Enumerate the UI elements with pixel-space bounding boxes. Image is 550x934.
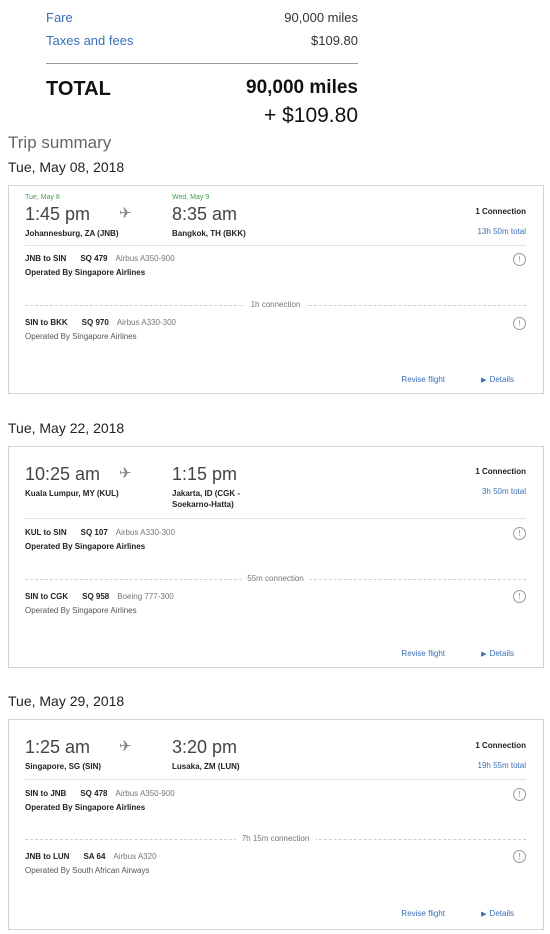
operator: Operated By South African Airways (25, 866, 150, 875)
trip-card: Tue, May 8 Wed, May 9 1:45 pm ✈ 8:35 am … (8, 185, 544, 394)
layover-divider: 55m connection (25, 574, 526, 583)
revise-flight-link[interactable]: Revise flight (401, 375, 445, 384)
segment-route: KUL to SIN (25, 528, 67, 537)
taxes-row: Taxes and fees $109.80 (46, 33, 358, 48)
depart-date: Tue, May 8 (25, 194, 60, 201)
depart-time: 10:25 am (25, 464, 101, 484)
layover-text: 7h 15m connection (235, 834, 316, 843)
arrive-date: Wed, May 9 (172, 194, 210, 201)
trip-date-heading: Tue, May 29, 2018 (8, 693, 125, 709)
total-fees: + $109.80 (263, 104, 358, 127)
total-label: TOTAL (46, 78, 111, 100)
flight-number: SQ 958 (82, 592, 110, 601)
aircraft: Boeing 777-300 (117, 592, 174, 601)
trip-card: 10:25 am ✈ 1:15 pm Kuala Lumpur, MY (KUL… (8, 446, 544, 668)
caret-right-icon: ▶ (481, 651, 487, 658)
info-circle-icon[interactable]: ! (513, 317, 526, 330)
details-link[interactable]: ▶ Details (481, 909, 514, 918)
segment-route: SIN to BKK (25, 318, 68, 327)
segment-row: JNB to SIN SQ 479 Airbus A350-900 (25, 254, 175, 263)
card-divider (25, 779, 526, 780)
depart-time: 1:25 am (25, 737, 91, 757)
fare-value: 90,000 miles (284, 10, 358, 25)
revise-flight-link[interactable]: Revise flight (401, 909, 445, 918)
segment-route: JNB to SIN (25, 254, 67, 263)
airplane-icon: ✈ (119, 205, 132, 222)
flight-number: SQ 479 (80, 254, 108, 263)
flight-number: SQ 970 (81, 318, 109, 327)
arrive-city-line: Jakarta, ID (CGK - (172, 489, 241, 498)
arrive-city: Lusaka, ZM (LUN) (172, 762, 240, 771)
trip-date-heading: Tue, May 22, 2018 (8, 420, 125, 436)
aircraft: Airbus A320 (113, 852, 157, 861)
flight-number: SQ 478 (80, 789, 108, 798)
segment-route: JNB to LUN (25, 852, 70, 861)
segment-row: SIN to BKK SQ 970 Airbus A330-300 (25, 318, 176, 327)
info-circle-icon[interactable]: ! (513, 590, 526, 603)
total-miles: 90,000 miles (246, 77, 358, 98)
arrive-time: 1:15 pm (172, 464, 238, 484)
layover-divider: 7h 15m connection (25, 834, 526, 843)
aircraft: Airbus A350-900 (115, 254, 175, 263)
total-duration[interactable]: 13h 50m total (478, 227, 526, 236)
total-duration[interactable]: 3h 50m total (482, 487, 526, 496)
depart-city: Kuala Lumpur, MY (KUL) (25, 489, 119, 498)
depart-city: Singapore, SG (SIN) (25, 762, 102, 771)
flight-number: SQ 107 (80, 528, 108, 537)
arrive-time: 3:20 pm (172, 737, 238, 757)
operator: Operated By Singapore Airlines (25, 606, 137, 615)
connection-count: 1 Connection (475, 207, 526, 216)
card-divider (25, 245, 526, 246)
connection-count: 1 Connection (475, 467, 526, 476)
aircraft: Airbus A330-300 (115, 528, 175, 537)
operator: Operated By Singapore Airlines (25, 542, 146, 551)
arrive-city-line: Soekarno-Hatta) (172, 500, 234, 509)
layover-text: 1h connection (244, 300, 307, 309)
airplane-icon: ✈ (119, 738, 132, 755)
total-duration[interactable]: 19h 55m total (478, 761, 526, 770)
depart-time: 1:45 pm (25, 204, 91, 224)
layover-divider: 1h connection (25, 300, 526, 309)
operator: Operated By Singapore Airlines (25, 803, 146, 812)
trip-summary-heading: Trip summary (8, 133, 112, 152)
segment-row: SIN to CGK SQ 958 Boeing 777-300 (25, 592, 174, 601)
segment-row: SIN to JNB SQ 478 Airbus A350-900 (25, 789, 175, 798)
aircraft: Airbus A350-900 (115, 789, 175, 798)
card-divider (25, 518, 526, 519)
info-circle-icon[interactable]: ! (513, 527, 526, 540)
details-label: Details (489, 649, 514, 658)
segment-route: SIN to CGK (25, 592, 69, 601)
info-circle-icon[interactable]: ! (513, 850, 526, 863)
fare-row: Fare 90,000 miles (46, 10, 358, 25)
taxes-value: $109.80 (311, 33, 358, 48)
operator: Operated By Singapore Airlines (25, 332, 137, 341)
arrive-time: 8:35 am (172, 204, 238, 224)
revise-flight-link[interactable]: Revise flight (401, 649, 445, 658)
segment-row: JNB to LUN SA 64 Airbus A320 (25, 852, 157, 861)
info-circle-icon[interactable]: ! (513, 253, 526, 266)
price-divider (46, 63, 358, 64)
trip-date-heading: Tue, May 08, 2018 (8, 159, 125, 175)
arrive-city: Jakarta, ID (CGK - Soekarno-Hatta) (172, 488, 240, 510)
arrive-city: Bangkok, TH (BKK) (172, 229, 246, 238)
aircraft: Airbus A330-300 (116, 318, 176, 327)
details-link[interactable]: ▶ Details (481, 375, 514, 384)
fare-label[interactable]: Fare (46, 10, 73, 25)
airplane-icon: ✈ (119, 465, 132, 482)
depart-city: Johannesburg, ZA (JNB) (25, 229, 119, 238)
flight-number: SA 64 (83, 852, 106, 861)
connection-count: 1 Connection (475, 741, 526, 750)
layover-text: 55m connection (241, 574, 310, 583)
details-link[interactable]: ▶ Details (481, 649, 514, 658)
caret-right-icon: ▶ (481, 911, 487, 918)
details-label: Details (489, 909, 514, 918)
details-label: Details (489, 375, 514, 384)
trip-card: 1:25 am ✈ 3:20 pm Singapore, SG (SIN) Lu… (8, 719, 544, 930)
operator: Operated By Singapore Airlines (25, 268, 146, 277)
segment-row: KUL to SIN SQ 107 Airbus A330-300 (25, 528, 175, 537)
segment-route: SIN to JNB (25, 789, 67, 798)
info-circle-icon[interactable]: ! (513, 788, 526, 801)
taxes-label[interactable]: Taxes and fees (46, 33, 133, 48)
caret-right-icon: ▶ (481, 377, 487, 384)
